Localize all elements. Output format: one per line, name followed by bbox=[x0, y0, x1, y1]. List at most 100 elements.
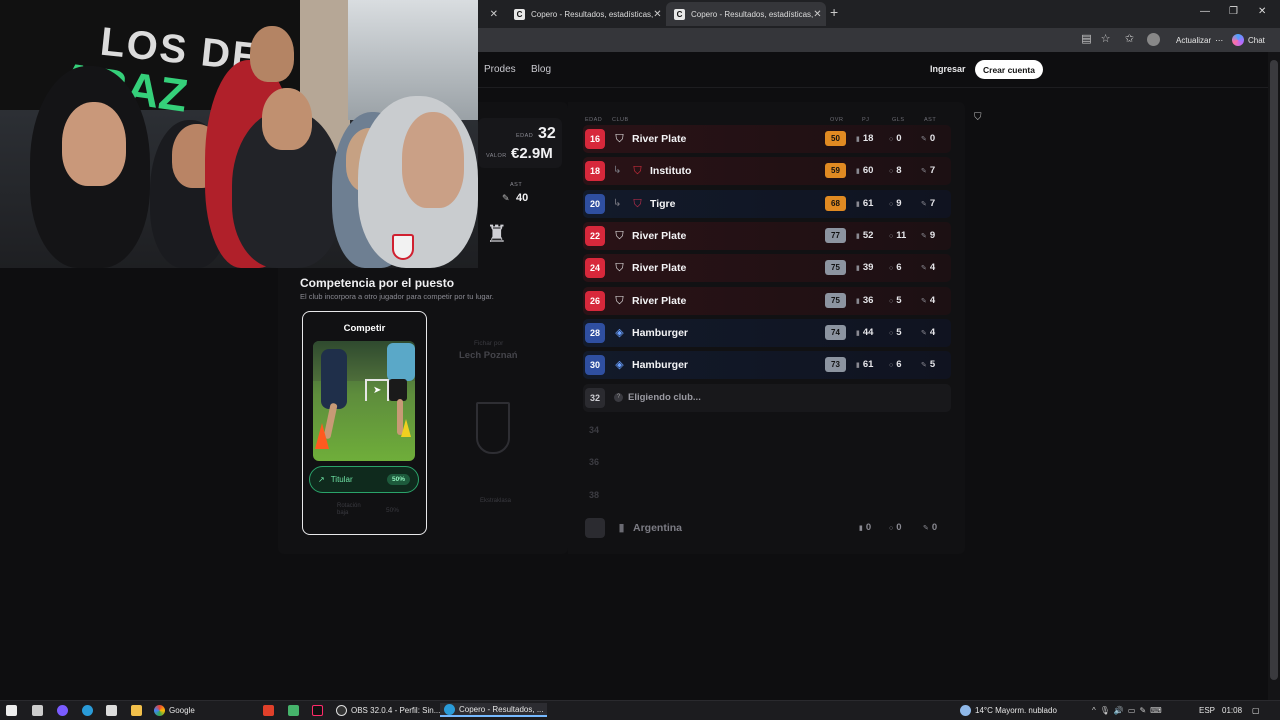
career-row[interactable]: 28 ◈ Hamburger 74 ▮ 44 ○ 5 ✎ 4 bbox=[583, 319, 951, 347]
shield-badge-icon[interactable]: ⛉ bbox=[974, 112, 982, 123]
taskbar-app[interactable] bbox=[82, 703, 93, 717]
club-name[interactable]: River Plate bbox=[632, 230, 686, 242]
taskbar-app[interactable] bbox=[57, 703, 68, 717]
career-row[interactable]: 30 ◈ Hamburger 73 ▮ 61 ○ 6 ✎ 5 bbox=[583, 351, 951, 379]
taskbar-app[interactable] bbox=[32, 703, 43, 717]
col-club: CLUB bbox=[612, 117, 629, 123]
close-window-button[interactable]: ✕ bbox=[1258, 6, 1266, 17]
start-button[interactable] bbox=[6, 703, 17, 717]
close-icon[interactable]: ✕ bbox=[653, 9, 661, 20]
new-tab-button[interactable]: + bbox=[830, 4, 838, 20]
shirt-icon: ▮ bbox=[856, 136, 860, 143]
profile-avatar-icon[interactable] bbox=[1147, 33, 1160, 46]
nav-blog[interactable]: Blog bbox=[531, 64, 551, 75]
close-icon[interactable]: ✕ bbox=[490, 9, 498, 20]
ast-cell: ✎ 4 bbox=[921, 295, 936, 306]
river-plate-crest-icon: ⛉ bbox=[615, 133, 624, 145]
career-row[interactable]: 22 ⛉ River Plate 77 ▮ 52 ○ 11 ✎ 9 bbox=[583, 222, 951, 250]
login-link[interactable]: Ingresar bbox=[930, 64, 966, 74]
clock[interactable]: 01:08 bbox=[1222, 703, 1242, 717]
titular-option[interactable]: ↗ Titular 50% bbox=[309, 466, 419, 493]
maximize-button[interactable]: ❐ bbox=[1229, 6, 1238, 17]
career-row[interactable]: 16 ⛉ River Plate 50 ▮ 18 ○ 0 ✎ 0 bbox=[583, 125, 951, 153]
age-badge: 30 bbox=[585, 355, 605, 375]
copero-favicon-icon: C bbox=[514, 8, 525, 20]
microphone-icon[interactable]: 🎙 bbox=[1100, 706, 1110, 715]
club-name[interactable]: River Plate bbox=[632, 295, 686, 307]
age-badge: 16 bbox=[585, 129, 605, 149]
titular-percent: 50% bbox=[386, 474, 410, 485]
ovr-badge: 75 bbox=[825, 260, 846, 275]
mouse-cursor-icon: ➤ bbox=[373, 385, 382, 396]
obs-icon bbox=[336, 704, 347, 716]
browser-tab-2[interactable]: C Copero - Resultados, estadísticas, ✕ bbox=[506, 2, 666, 26]
pj-cell: ▮ 44 bbox=[856, 327, 874, 338]
pj-cell: ▮ 18 bbox=[856, 133, 874, 144]
boot-icon: ✎ bbox=[921, 265, 927, 272]
pj-cell: ▮ 61 bbox=[856, 198, 874, 209]
taskbar-app[interactable] bbox=[106, 703, 117, 717]
taskbar-app[interactable] bbox=[131, 703, 142, 717]
browser-tab-3[interactable]: C Copero - Resultados, estadísticas, ✕ bbox=[666, 2, 826, 26]
folder-icon bbox=[131, 704, 142, 716]
pending-row[interactable]: 32 ? Eligiendo club... bbox=[583, 384, 951, 412]
volume-icon[interactable]: 🔊 bbox=[1114, 706, 1124, 715]
career-row[interactable]: 18 ↳ ⛉ Instituto 59 ▮ 60 ○ 8 ✎ 7 bbox=[583, 157, 951, 185]
taskbar-app[interactable] bbox=[263, 703, 274, 717]
taskbar-google[interactable]: Google bbox=[154, 703, 195, 717]
favorite-star-icon[interactable]: ☆ bbox=[1099, 33, 1112, 46]
club-name[interactable]: Instituto bbox=[650, 165, 691, 177]
copilot-icon bbox=[1232, 34, 1244, 46]
ast-cell: ✎ 5 bbox=[921, 359, 936, 370]
club-name[interactable]: Tigre bbox=[650, 198, 675, 210]
taskbar-app[interactable] bbox=[312, 703, 323, 717]
club-name[interactable]: Hamburger bbox=[632, 359, 688, 371]
national-team-row[interactable]: ▮ Argentina ▮ 0 ○ 0 ✎ 0 bbox=[583, 514, 951, 542]
taskbar-app[interactable] bbox=[288, 703, 299, 717]
river-plate-crest-icon: ⛉ bbox=[615, 230, 624, 242]
future-age: 34 bbox=[589, 425, 600, 435]
club-name[interactable]: Hamburger bbox=[632, 327, 688, 339]
fichar-club-name[interactable]: Lech Poznań bbox=[459, 350, 518, 361]
tray-icons[interactable]: ^ 🎙 🔊 ▭ ✎ ⌨ bbox=[1092, 703, 1162, 717]
pj-cell: ▮ 52 bbox=[856, 230, 874, 241]
page-scrollbar-thumb[interactable] bbox=[1270, 60, 1278, 680]
edge-icon bbox=[82, 704, 93, 716]
ovr-badge: 77 bbox=[825, 228, 846, 243]
shirt-icon: ▮ bbox=[856, 330, 860, 337]
club-name[interactable]: River Plate bbox=[632, 262, 686, 274]
nav-prodes[interactable]: Prodes bbox=[484, 64, 516, 75]
close-icon[interactable]: ✕ bbox=[813, 9, 821, 20]
career-row[interactable]: 24 ⛉ River Plate 75 ▮ 39 ○ 6 ✎ 4 bbox=[583, 254, 951, 282]
weather-widget[interactable]: 14°C Mayorm. nublado bbox=[960, 703, 1057, 717]
pending-label: Eligiendo club... bbox=[628, 392, 701, 403]
more-icon: ⋯ bbox=[1215, 35, 1224, 45]
taskbar-copero[interactable]: Copero - Resultados, ... bbox=[440, 703, 548, 717]
person-face bbox=[62, 102, 126, 186]
network-icon[interactable]: ▭ bbox=[1128, 706, 1136, 715]
ast-cell: ✎ 4 bbox=[921, 262, 936, 273]
reader-icon[interactable]: ▤ bbox=[1080, 33, 1093, 46]
favorites-icon[interactable]: ✩ bbox=[1123, 33, 1136, 46]
col-ast: AST bbox=[924, 117, 937, 123]
keyboard-icon[interactable]: ⌨ bbox=[1150, 706, 1162, 715]
boot-icon: ✎ bbox=[921, 201, 927, 208]
copilot-chat-button[interactable]: Chat bbox=[1232, 31, 1265, 49]
pen-icon[interactable]: ✎ bbox=[1139, 706, 1146, 715]
signup-button[interactable]: Crear cuenta bbox=[975, 60, 1043, 79]
rotacion-label: Rotación baja bbox=[337, 503, 361, 516]
update-label: Actualizar bbox=[1176, 35, 1212, 45]
career-row[interactable]: 20 ↳ ⛉ Tigre 68 ▮ 61 ○ 9 ✎ 7 bbox=[583, 190, 951, 218]
taskbar-obs[interactable]: OBS 32.0.4 - Perfil: Sin... bbox=[336, 703, 440, 717]
gls-cell: ○ 8 bbox=[889, 165, 902, 176]
chevron-up-icon[interactable]: ^ bbox=[1092, 706, 1096, 715]
notifications-icon[interactable]: ▢ bbox=[1252, 703, 1260, 717]
browser-tab-1[interactable]: ✕ bbox=[478, 2, 506, 26]
shirt-icon: ▮ bbox=[856, 168, 860, 175]
competencia-subtitle: El club incorpora a otro jugador para co… bbox=[300, 292, 494, 301]
language-indicator[interactable]: ESP bbox=[1199, 703, 1215, 717]
update-button[interactable]: Actualizar ⋯ bbox=[1168, 31, 1231, 49]
minimize-button[interactable]: — bbox=[1200, 6, 1210, 17]
club-name[interactable]: River Plate bbox=[632, 133, 686, 145]
career-row[interactable]: 26 ⛉ River Plate 75 ▮ 36 ○ 5 ✎ 4 bbox=[583, 287, 951, 315]
